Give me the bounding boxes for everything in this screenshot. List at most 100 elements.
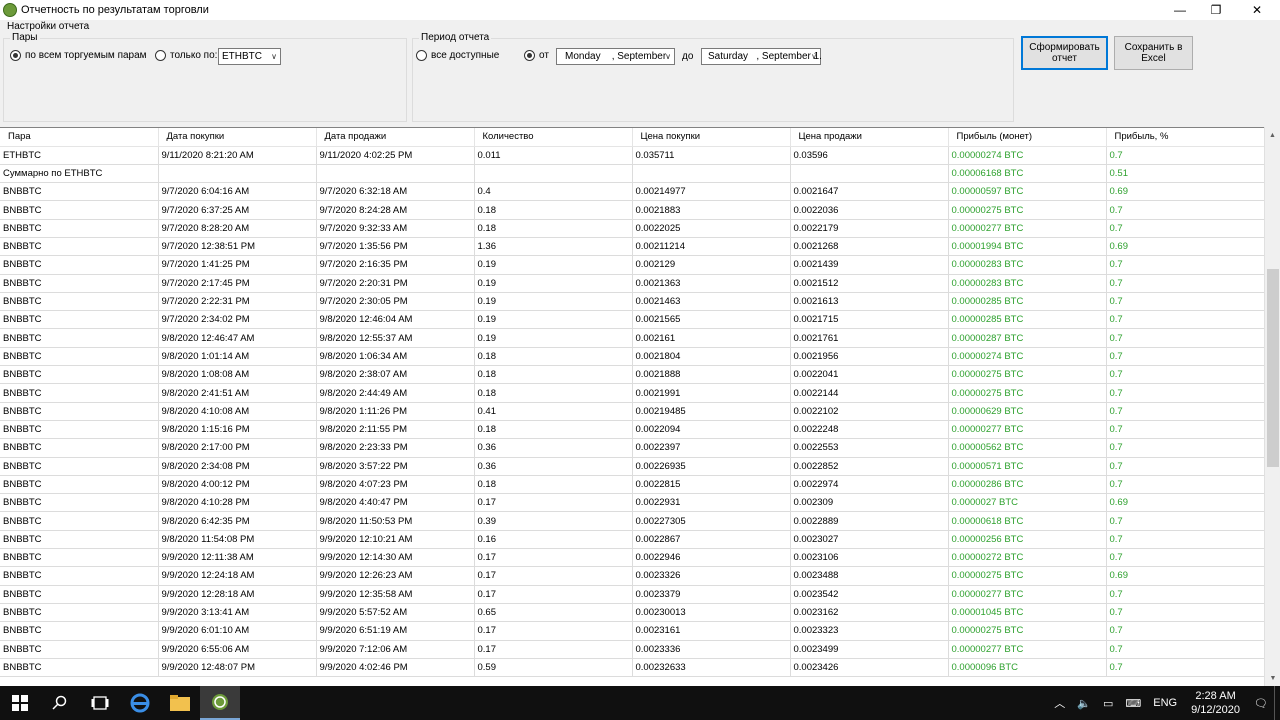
column-header[interactable]: Дата покупки	[158, 128, 317, 147]
table-cell: 9/7/2020 6:32:18 AM	[316, 182, 475, 202]
column-header[interactable]: Цена продажи	[790, 128, 949, 147]
chevron-up-icon[interactable]: ︿	[1048, 695, 1071, 711]
column-header[interactable]: Пара	[0, 128, 159, 147]
table-cell: 0.69	[1106, 237, 1265, 257]
date-to-picker[interactable]: Saturday , September 1. ∨	[701, 48, 822, 65]
table-row[interactable]: ETHBTC 9/11/2020 8:21:20 AM 9/11/2020 4:02…	[0, 146, 1265, 165]
table-row[interactable]: BNBBTC 9/8/2020 11:54:08 PM 9/9/2020 12:10…	[0, 530, 1265, 550]
pair-select[interactable]: ETHBTC ∨	[218, 48, 281, 65]
scroll-thumb[interactable]	[1267, 269, 1279, 467]
table-row[interactable]: BNBBTC 9/9/2020 6:01:10 AM 9/9/2020 6:51:1…	[0, 621, 1265, 641]
chevron-down-icon: ∨	[665, 52, 671, 61]
radio-dot	[416, 50, 427, 61]
period-to-label: до	[682, 51, 694, 62]
column-header[interactable]: Количество	[474, 128, 633, 147]
bitcoin-app-icon[interactable]	[200, 686, 240, 720]
generate-report-button[interactable]: Сформировать отчет	[1021, 36, 1108, 70]
table-cell: BNBBTC	[0, 420, 159, 440]
table-row[interactable]: BNBBTC 9/7/2020 6:04:16 AM 9/7/2020 6:32:1…	[0, 182, 1265, 202]
table-row[interactable]: BNBBTC 9/7/2020 8:28:20 AM 9/7/2020 9:32:3…	[0, 219, 1265, 238]
table-row[interactable]: BNBBTC 9/8/2020 1:15:16 PM 9/8/2020 2:11:5…	[0, 420, 1265, 440]
table-cell: 0.0023326	[632, 566, 791, 586]
table-row[interactable]: BNBBTC 9/8/2020 12:46:47 AM 9/8/2020 12:55…	[0, 328, 1265, 348]
language-indicator[interactable]: ENG	[1147, 697, 1183, 709]
edge-browser-icon[interactable]	[120, 686, 160, 720]
table-cell: 0.7	[1106, 310, 1265, 330]
table-cell: 9/7/2020 2:34:02 PM	[158, 310, 317, 330]
table-row[interactable]: BNBBTC 9/8/2020 2:17:00 PM 9/8/2020 2:23:3…	[0, 438, 1265, 458]
table-cell: 0.00000256 BTC	[948, 530, 1107, 550]
date-from-picker[interactable]: Monday , September ∨	[556, 48, 675, 65]
pairs-only-radio[interactable]: только по:	[155, 50, 217, 61]
period-from-radio[interactable]: от	[524, 50, 549, 61]
table-cell: 9/8/2020 2:17:00 PM	[158, 438, 317, 458]
keyboard-icon[interactable]: ⌨	[1119, 697, 1147, 710]
task-view-icon[interactable]	[80, 686, 120, 720]
pairs-all-radio[interactable]: по всем торгуемым парам	[10, 50, 147, 61]
column-header[interactable]: Прибыль, %	[1106, 128, 1265, 147]
table-row[interactable]: BNBBTC 9/7/2020 2:34:02 PM 9/8/2020 12:46:…	[0, 310, 1265, 330]
minimize-button[interactable]: —	[1162, 0, 1198, 20]
table-row[interactable]: BNBBTC 9/9/2020 12:28:18 AM 9/9/2020 12:35…	[0, 585, 1265, 604]
table-cell: 9/8/2020 4:10:28 PM	[158, 493, 317, 513]
search-icon[interactable]	[40, 686, 80, 720]
table-cell: 0.0023106	[790, 548, 949, 568]
header-row: Пара Дата покупки Дата продажи Количеств…	[0, 128, 1265, 147]
table-cell: 0.0021363	[632, 274, 791, 293]
table-cell: 0.0021463	[632, 292, 791, 312]
vertical-scrollbar[interactable]: ▲ ▼	[1264, 127, 1280, 686]
table-row[interactable]: BNBBTC 9/7/2020 6:37:25 AM 9/7/2020 8:24:2…	[0, 200, 1265, 220]
table-cell: 9/8/2020 12:46:47 AM	[158, 328, 317, 348]
table-cell: BNBBTC	[0, 566, 159, 586]
table-cell: 0.7	[1106, 200, 1265, 220]
table-cell: 0.19	[474, 310, 633, 330]
table-row[interactable]: BNBBTC 9/7/2020 12:38:51 PM 9/7/2020 1:35:…	[0, 237, 1265, 257]
period-all-radio[interactable]: все доступные	[416, 50, 499, 61]
scroll-down-icon[interactable]: ▼	[1265, 670, 1280, 686]
table-cell: 9/7/2020 6:37:25 AM	[158, 200, 317, 220]
table-cell: 9/8/2020 2:44:49 AM	[316, 383, 475, 403]
table-row[interactable]: BNBBTC 9/7/2020 2:22:31 PM 9/7/2020 2:30:0…	[0, 292, 1265, 312]
windows-start-icon[interactable]	[0, 686, 40, 720]
file-explorer-icon[interactable]	[160, 686, 200, 720]
show-desktop[interactable]	[1274, 686, 1280, 720]
period-all-label: все доступные	[431, 50, 500, 61]
table-row[interactable]: BNBBTC 9/9/2020 3:13:41 AM 9/9/2020 5:57:5…	[0, 603, 1265, 623]
table-row[interactable]: BNBBTC 9/9/2020 12:48:07 PM 9/9/2020 4:02:…	[0, 658, 1265, 678]
scroll-up-icon[interactable]: ▲	[1265, 127, 1280, 143]
table-row[interactable]: BNBBTC 9/7/2020 2:17:45 PM 9/7/2020 2:20:3…	[0, 274, 1265, 293]
close-button[interactable]: ✕	[1234, 0, 1280, 20]
column-header[interactable]: Прибыль (монет)	[948, 128, 1107, 147]
table-row[interactable]: BNBBTC 9/9/2020 6:55:06 AM 9/9/2020 7:12:0…	[0, 640, 1265, 659]
table-cell: 0.0023161	[632, 621, 791, 641]
table-cell: BNBBTC	[0, 402, 159, 421]
table-row[interactable]: BNBBTC 9/8/2020 6:42:35 PM 9/8/2020 11:50:…	[0, 511, 1265, 531]
network-icon[interactable]: ▭	[1097, 697, 1119, 710]
notification-icon[interactable]: 🗨	[1248, 697, 1274, 710]
table-row[interactable]: BNBBTC 9/8/2020 4:10:08 AM 9/8/2020 1:11:2…	[0, 402, 1265, 421]
settings-label: Настройки отчета	[7, 21, 90, 32]
column-header[interactable]: Дата продажи	[316, 128, 475, 147]
table-row[interactable]: Суммарно по ETHBTC 0.00006168 BTC 0.51	[0, 164, 1265, 184]
table-cell: 0.0022041	[790, 365, 949, 385]
table-row[interactable]: BNBBTC 9/8/2020 4:10:28 PM 9/8/2020 4:40:4…	[0, 493, 1265, 513]
table-row[interactable]: BNBBTC 9/9/2020 12:11:38 AM 9/9/2020 12:14…	[0, 548, 1265, 568]
speaker-icon[interactable]: 🔈	[1071, 697, 1097, 710]
table-cell: 9/7/2020 2:17:45 PM	[158, 274, 317, 293]
maximize-button[interactable]: ❐	[1198, 0, 1234, 20]
table-cell: 0.00000571 BTC	[948, 457, 1107, 476]
save-excel-button[interactable]: Сохранить в Excel	[1114, 36, 1193, 70]
table-cell: 0.19	[474, 274, 633, 293]
table-row[interactable]: BNBBTC 9/7/2020 1:41:25 PM 9/7/2020 2:16:3…	[0, 255, 1265, 275]
table-row[interactable]: BNBBTC 9/9/2020 12:24:18 AM 9/9/2020 12:26…	[0, 566, 1265, 586]
column-header[interactable]: Цена покупки	[632, 128, 791, 147]
table-cell: 0.18	[474, 365, 633, 385]
table-row[interactable]: BNBBTC 9/8/2020 1:08:08 AM 9/8/2020 2:38:0…	[0, 365, 1265, 385]
table-row[interactable]: BNBBTC 9/8/2020 2:41:51 AM 9/8/2020 2:44:4…	[0, 383, 1265, 403]
clock[interactable]: 2:28 AM 9/12/2020	[1183, 689, 1248, 717]
table-row[interactable]: BNBBTC 9/8/2020 4:00:12 PM 9/8/2020 4:07:2…	[0, 475, 1265, 495]
table-row[interactable]: BNBBTC 9/8/2020 1:01:14 AM 9/8/2020 1:06:3…	[0, 347, 1265, 367]
table-row[interactable]: BNBBTC 9/8/2020 2:34:08 PM 9/8/2020 3:57:2…	[0, 457, 1265, 476]
table-cell: 9/7/2020 9:32:33 AM	[316, 219, 475, 238]
table-cell: 9/8/2020 1:15:16 PM	[158, 420, 317, 440]
